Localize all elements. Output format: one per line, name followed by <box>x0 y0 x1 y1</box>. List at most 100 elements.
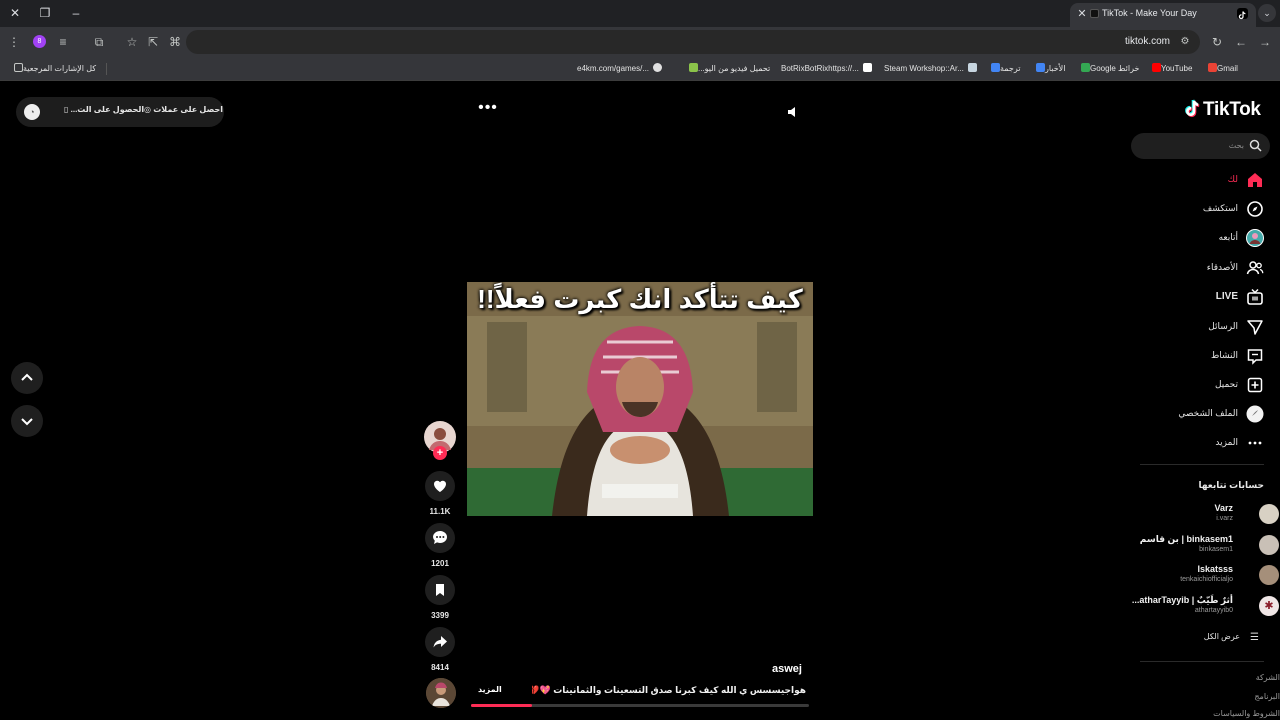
site-info-icon[interactable]: ⚙ <box>1178 35 1192 49</box>
heart-icon <box>434 480 446 492</box>
share-button[interactable] <box>425 627 455 657</box>
search-input[interactable]: بحث <box>1131 133 1270 159</box>
bookmark-news[interactable]: الأخبار <box>1032 62 1065 76</box>
nav-label: لك <box>1227 174 1238 184</box>
footer-link-program[interactable]: البرنامج <box>1254 692 1280 701</box>
bookmark-translate[interactable]: ترجمة <box>987 62 1021 76</box>
share-arrow-icon <box>433 636 447 648</box>
bookmark-botrix[interactable]: BotRixBotRixhttps://... <box>781 62 872 76</box>
comment-icon <box>432 530 447 544</box>
creator-username[interactable]: aswej <box>772 663 802 675</box>
address-bar[interactable]: tiktok.com ⚙ <box>186 30 1200 54</box>
following-account[interactable]: ✱ أثرٌ طَيّبٌ | atharTayyib... athartayy… <box>1119 593 1279 621</box>
share-icon[interactable]: ⇱ <box>145 34 161 50</box>
nav-following[interactable]: أتابعه <box>1144 228 1264 250</box>
music-disc-avatar[interactable] <box>426 678 456 708</box>
bookmark-google-maps[interactable]: خرائط Google <box>1077 62 1139 76</box>
nav-label: الملف الشخصي <box>1178 408 1238 418</box>
following-avatar-icon <box>1246 229 1264 247</box>
account-username: i.varz <box>1216 515 1233 522</box>
window-close-icon[interactable]: ✕ <box>5 4 25 22</box>
following-account[interactable]: Iskatsss tenkaichiofficialjo <box>1119 562 1279 590</box>
description-more-button[interactable]: المزيد <box>478 685 502 694</box>
get-app-button[interactable]: الحصول على الت... ▯ <box>64 105 144 114</box>
creator-avatar-button[interactable]: + <box>423 420 457 460</box>
browser-tab-tiktok[interactable]: ✕ TikTok - Make Your Day <box>1070 3 1256 27</box>
tiktok-logo-text: TikTok <box>1203 99 1261 120</box>
search-icon[interactable] <box>1249 139 1262 152</box>
bookmark-video-download[interactable]: تحميل فيديو من اليو... <box>685 62 770 76</box>
bookmark-gmail[interactable]: Gmail <box>1204 62 1238 76</box>
previous-video-button[interactable] <box>11 362 43 394</box>
share-count: 8414 <box>431 663 449 672</box>
window-minimize-icon[interactable]: – <box>66 4 86 22</box>
nav-label: تحميل <box>1214 379 1238 389</box>
video-player[interactable]: كيف تتأكد انك كبرت فعلاً!! <box>467 282 813 516</box>
bookmark-star-icon[interactable]: ☆ <box>124 34 140 50</box>
window-restore-icon[interactable]: ❐ <box>35 4 55 22</box>
translate-icon <box>991 63 1000 72</box>
search-placeholder: بحث <box>1228 141 1244 150</box>
account-avatar <box>1259 565 1279 585</box>
nav-label: الرسائل <box>1208 321 1238 331</box>
menu-kebab-icon[interactable]: ⋮ <box>6 34 22 50</box>
user-avatar[interactable]: ◔ <box>24 104 40 120</box>
tab-close-icon[interactable]: ✕ <box>1074 6 1090 22</box>
follow-plus-icon[interactable]: + <box>433 446 447 460</box>
account-username: athartayyib0 <box>1194 607 1233 614</box>
reading-list-icon[interactable]: ≡ <box>55 34 71 50</box>
footer-link-terms[interactable]: الشروط والسياسات <box>1213 709 1280 718</box>
activity-icon <box>1247 349 1263 365</box>
reload-icon[interactable]: ↻ <box>1209 34 1225 50</box>
globe-icon <box>653 63 663 72</box>
profile-icon <box>1246 405 1264 423</box>
bookmark-steam-workshop[interactable]: Steam Workshop::Ar... <box>884 62 977 76</box>
nav-profile[interactable]: الملف الشخصي <box>1144 404 1264 426</box>
sound-icon[interactable] <box>786 105 800 119</box>
footer-link-company[interactable]: الشركة <box>1256 673 1280 682</box>
next-video-button[interactable] <box>11 405 43 437</box>
save-button[interactable] <box>425 575 455 605</box>
like-button[interactable] <box>425 471 455 501</box>
translate-page-icon[interactable]: ⌘ <box>167 34 183 50</box>
video-progress-bar[interactable] <box>471 704 809 707</box>
account-name: binkasem1 | بن قاسم <box>1139 534 1233 544</box>
more-options-icon[interactable]: ••• <box>478 100 498 119</box>
bookmark-icon <box>436 584 444 596</box>
friends-icon <box>1246 261 1264 275</box>
browser-toolbar: ⋮ 8 ≡ ⧉ ☆ ⇱ ⌘ tiktok.com ⚙ ↻ ← → <box>0 27 1280 57</box>
tiktok-logo-icon <box>1237 8 1248 20</box>
nav-label: النشاط <box>1210 350 1238 360</box>
bookmark-e4km[interactable]: e4km.com/games/... <box>577 62 663 76</box>
nav-more[interactable]: المزيد <box>1144 433 1264 455</box>
sidebar-divider <box>1140 464 1264 465</box>
bookmark-youtube[interactable]: YouTube <box>1148 62 1192 76</box>
see-all-button[interactable]: ☰ عرض الكل <box>1162 630 1262 646</box>
tab-search-menu-icon[interactable]: ⌄ <box>1258 4 1276 22</box>
account-name: Iskatsss <box>1197 564 1233 574</box>
nav-messages[interactable]: الرسائل <box>1144 317 1264 339</box>
back-icon[interactable]: → <box>1257 34 1273 50</box>
nav-for-you[interactable]: لك <box>1144 170 1264 192</box>
comment-button[interactable] <box>425 523 455 553</box>
nav-activity[interactable]: النشاط <box>1144 346 1264 368</box>
following-account[interactable]: Varz i.varz <box>1119 501 1279 529</box>
extensions-icon[interactable]: ⧉ <box>91 34 107 50</box>
nav-friends[interactable]: الأصدقاء <box>1144 258 1264 280</box>
profile-avatar[interactable]: 8 <box>33 35 46 48</box>
get-coins-button[interactable]: احصل على عملات ◎ <box>144 105 223 114</box>
nav-explore[interactable]: استكشف <box>1144 199 1264 221</box>
maps-icon <box>1081 63 1090 72</box>
like-count: 11.1K <box>429 507 451 516</box>
nav-live[interactable]: LIVE <box>1144 287 1264 309</box>
gmail-icon <box>1208 63 1217 72</box>
forward-icon[interactable]: ← <box>1233 34 1249 50</box>
following-account[interactable]: binkasem1 | بن قاسم binkasem1 <box>1119 532 1279 560</box>
nav-upload[interactable]: تحميل <box>1144 375 1264 397</box>
download-icon <box>689 63 698 72</box>
account-username: tenkaichiofficialjo <box>1180 576 1233 583</box>
url-text: tiktok.com <box>1124 36 1170 47</box>
chevron-down-icon <box>21 418 33 426</box>
save-count: 3399 <box>431 611 449 620</box>
bookmark-all-bookmarks[interactable]: كل الإشارات المرجعية <box>10 62 96 76</box>
